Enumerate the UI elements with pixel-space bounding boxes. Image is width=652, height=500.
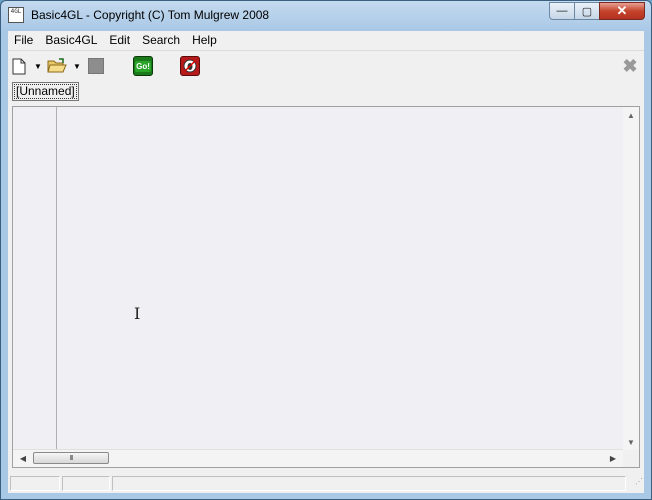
- client-area: File Basic4GL Edit Search Help ▼ ▼ Go! ✖…: [8, 31, 644, 493]
- new-file-icon: [12, 58, 26, 74]
- text-cursor-icon: I: [134, 304, 141, 323]
- open-file-dropdown[interactable]: ▼: [72, 55, 82, 77]
- close-icon: ✖: [622, 55, 638, 76]
- new-file-button[interactable]: [10, 55, 28, 77]
- scrollbar-corner: [623, 450, 639, 467]
- scroll-right-icon[interactable]: ▶: [605, 450, 621, 467]
- stop-button[interactable]: [85, 55, 107, 77]
- stop-icon: [88, 58, 104, 74]
- menu-bar: File Basic4GL Edit Search Help: [8, 31, 644, 51]
- maximize-icon: ▢: [581, 5, 593, 18]
- menu-edit[interactable]: Edit: [103, 31, 136, 50]
- go-icon: Go!: [133, 56, 153, 76]
- horizontal-scrollbar[interactable]: ◀ III ▶: [13, 449, 623, 467]
- status-pane-1: [10, 476, 60, 491]
- close-icon: ✕: [616, 3, 628, 18]
- scroll-left-icon[interactable]: ◀: [15, 450, 31, 467]
- go-button[interactable]: Go!: [132, 55, 154, 77]
- debug-icon: [180, 56, 200, 76]
- grip-icon: III: [69, 454, 74, 462]
- window-title: Basic4GL - Copyright (C) Tom Mulgrew 200…: [31, 8, 270, 22]
- status-pane-2: [62, 476, 110, 491]
- open-file-button[interactable]: [46, 55, 68, 77]
- line-gutter: [13, 107, 57, 450]
- status-bar: ⋰: [8, 474, 644, 493]
- minimize-button[interactable]: —: [549, 2, 575, 20]
- scroll-down-icon[interactable]: ▼: [623, 434, 639, 450]
- bug-icon: [183, 59, 197, 73]
- app-window: 4GL Basic4GL - Copyright (C) Tom Mulgrew…: [0, 0, 652, 500]
- vertical-scrollbar[interactable]: ▲ ▼: [623, 107, 639, 450]
- menu-file[interactable]: File: [8, 31, 39, 50]
- go-label: Go!: [135, 60, 151, 72]
- chevron-down-icon: ▼: [73, 61, 81, 71]
- chevron-down-icon: ▼: [34, 61, 42, 71]
- caption-buttons: — ▢ ✕: [549, 2, 645, 20]
- scroll-up-icon[interactable]: ▲: [623, 107, 639, 123]
- minimize-icon: —: [556, 5, 568, 17]
- close-tab-button[interactable]: ✖: [620, 55, 640, 77]
- new-file-dropdown[interactable]: ▼: [33, 55, 43, 77]
- menu-search[interactable]: Search: [136, 31, 186, 50]
- code-area[interactable]: [57, 107, 623, 450]
- code-editor[interactable]: ▲ ▼ ◀ III ▶: [12, 106, 640, 468]
- open-folder-icon: [47, 58, 67, 73]
- tab-unnamed[interactable]: [Unnamed]: [12, 82, 79, 101]
- tab-bar: [Unnamed]: [8, 81, 644, 103]
- maximize-button[interactable]: ▢: [574, 2, 600, 20]
- menu-basic4gl[interactable]: Basic4GL: [39, 31, 103, 50]
- menu-help[interactable]: Help: [186, 31, 223, 50]
- resize-grip-icon[interactable]: ⋰: [630, 478, 643, 491]
- app-icon[interactable]: 4GL: [8, 7, 24, 23]
- debug-button[interactable]: [179, 55, 201, 77]
- status-pane-3: [112, 476, 626, 491]
- horizontal-scroll-thumb[interactable]: III: [33, 452, 109, 464]
- close-window-button[interactable]: ✕: [599, 2, 645, 20]
- title-bar[interactable]: 4GL Basic4GL - Copyright (C) Tom Mulgrew…: [1, 1, 651, 31]
- toolbar: ▼ ▼ Go! ✖: [8, 52, 644, 80]
